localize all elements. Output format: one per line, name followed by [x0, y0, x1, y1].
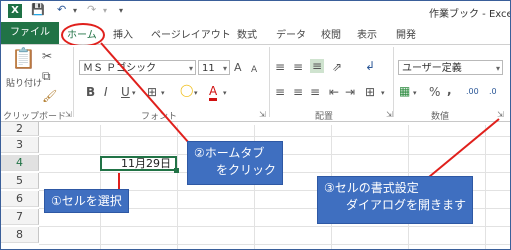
callout-open-format-dialog: ③セルの書式設定 ダイアログを開きます [317, 176, 474, 224]
callout-select-cell: ①セルを選択 [44, 189, 129, 213]
callout-line: ②ホームタブ [194, 146, 265, 160]
pointer-line-home-tab [100, 42, 190, 144]
callout-line: ダイアログを開きます [346, 198, 467, 212]
callout-line: をクリック [216, 163, 277, 177]
callout-click-home-tab: ②ホームタブ をクリック [187, 141, 284, 185]
excel-window: X 💾 ↶ ▾ ↷ ▾ ▾ 作業ブック - Excel ファイル ホーム 挿入 … [0, 0, 511, 250]
callout-line: ③セルの書式設定 [324, 181, 419, 195]
pointer-line-launcher [428, 118, 500, 178]
